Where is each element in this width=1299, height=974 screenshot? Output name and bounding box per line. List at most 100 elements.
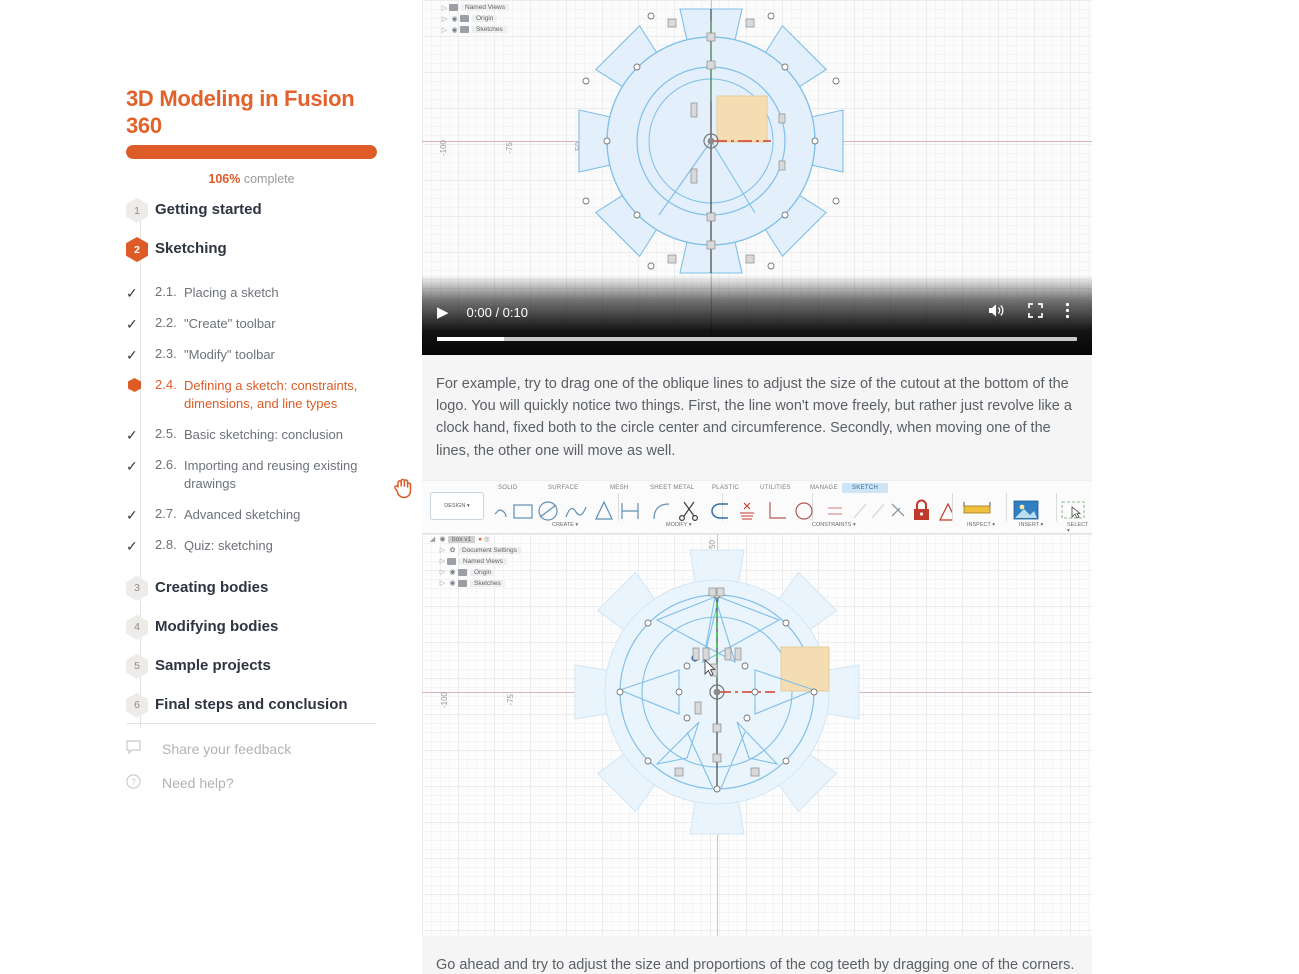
tree-row[interactable]: ▷ ◉ Sketches xyxy=(428,578,521,589)
sidebar-item-2-6[interactable]: ✓ 2.6. Importing and reusing existing dr… xyxy=(126,457,386,494)
sidebar-section-label: Sample projects xyxy=(155,656,271,674)
play-button[interactable]: ▶ xyxy=(437,303,449,321)
subitem-number: 2.8. xyxy=(155,536,177,552)
sidebar-item-2-1[interactable]: ✓ 2.1. Placing a sketch xyxy=(126,284,386,303)
eye-icon[interactable]: ◉ xyxy=(447,568,458,576)
folder-icon xyxy=(449,4,458,11)
collapse-triangle-icon[interactable]: ◢ xyxy=(428,535,437,543)
progress-percent: 106% xyxy=(208,172,241,186)
progress-complete-word: complete xyxy=(243,172,295,186)
check-icon: ✓ xyxy=(126,426,138,443)
expand-triangle-icon[interactable]: ▷ xyxy=(438,557,447,565)
expand-triangle-icon[interactable]: ▷ xyxy=(440,4,449,12)
sidebar-item-modifying-bodies[interactable]: 4 Modifying bodies xyxy=(126,613,386,652)
drag-hand-icon xyxy=(393,477,413,499)
settings-dot-icon[interactable]: ◎ xyxy=(484,535,490,543)
tree-row[interactable]: ▷ ◉ Origin xyxy=(440,13,509,24)
tree-row-label: Named Views xyxy=(459,557,507,565)
tab-mesh[interactable]: MESH xyxy=(610,485,629,491)
section-badge-wrap: 3 xyxy=(126,574,155,604)
need-help-link[interactable]: ? Need help? xyxy=(126,774,376,792)
fullscreen-icon[interactable] xyxy=(1028,302,1043,322)
group-label-inspect[interactable]: INSPECT ▾ xyxy=(967,522,995,528)
check-icon: ✓ xyxy=(126,285,138,301)
tree-row[interactable]: ▷ ◉ Origin xyxy=(428,567,521,578)
tree-row[interactable]: ▷ ✿ Document Settings xyxy=(428,545,521,556)
tree-row[interactable]: ▷ Named Views xyxy=(428,556,521,567)
sidebar-item-2-3[interactable]: ✓ 2.3. "Modify" toolbar xyxy=(126,346,386,365)
sidebar-item-2-8[interactable]: ✓ 2.8. Quiz: sketching xyxy=(126,537,386,556)
group-label-create[interactable]: CREATE ▾ xyxy=(552,522,578,528)
tab-sketch[interactable]: SKETCH xyxy=(842,482,889,493)
sidebar-item-sketching[interactable]: 2 Sketching xyxy=(126,235,386,274)
sidebar-item-2-4-current[interactable]: 2.4. Defining a sketch: constraints, dim… xyxy=(126,377,386,414)
volume-icon[interactable] xyxy=(988,303,1006,322)
eye-icon[interactable]: ◉ xyxy=(447,579,458,587)
share-feedback-link[interactable]: Share your feedback xyxy=(126,740,376,757)
tree-row-label: Origin xyxy=(472,15,498,22)
video-progress-bar[interactable] xyxy=(437,337,1077,341)
expand-triangle-icon[interactable]: ▷ xyxy=(438,568,447,576)
tree-row-root[interactable]: ◢ ◉ box v1 ● ◎ xyxy=(428,534,521,545)
sidebar-item-sample-projects[interactable]: 5 Sample projects xyxy=(126,652,386,691)
check-icon-wrap: ✓ xyxy=(126,537,155,556)
eye-icon[interactable]: ◉ xyxy=(449,26,460,34)
check-icon: ✓ xyxy=(126,537,138,554)
fusion-toolbar[interactable]: SOLID SURFACE MESH SHEET METAL PLASTIC U… xyxy=(422,480,1092,534)
inspect-icon xyxy=(963,501,991,514)
expand-triangle-icon[interactable]: ▷ xyxy=(438,546,447,554)
eye-icon[interactable]: ◉ xyxy=(449,15,460,23)
tree-row[interactable]: ▷ Named Views xyxy=(440,2,509,13)
expand-triangle-icon[interactable]: ▷ xyxy=(440,15,449,23)
cog-sketch-bottom xyxy=(574,549,860,835)
lesson-video-player[interactable]: -100 -75 -50 -25 xyxy=(422,0,1092,355)
sidebar-section-label: Getting started xyxy=(155,201,262,218)
tab-solid[interactable]: SOLID xyxy=(498,485,518,491)
kebab-menu-icon[interactable] xyxy=(1065,302,1070,323)
fusion-browser-tree: ◢ ◉ box v1 ● ◎ ▷ ✿ Document Settings ▷ N… xyxy=(428,534,521,589)
tab-plastic[interactable]: PLASTIC xyxy=(712,485,739,491)
sidebar-section-label: Final steps and conclusion xyxy=(155,695,348,713)
check-icon: ✓ xyxy=(126,347,138,363)
progress-label: 106% complete xyxy=(126,172,377,186)
group-label-insert[interactable]: INSERT ▾ xyxy=(1019,522,1043,528)
hex-badge-4: 4 xyxy=(126,614,148,640)
design-dropdown-button[interactable]: DESIGN ▾ xyxy=(430,491,484,520)
sidebar-item-2-2[interactable]: ✓ 2.2. "Create" toolbar xyxy=(126,315,386,334)
sidebar-item-2-5[interactable]: ✓ 2.5. Basic sketching: conclusion xyxy=(126,426,386,445)
sidebar-item-2-7[interactable]: ✓ 2.7. Advanced sketching xyxy=(126,506,386,525)
folder-icon xyxy=(447,557,456,565)
video-buffered-segment xyxy=(437,337,505,341)
group-label-select[interactable]: SELECT ▾ xyxy=(1067,522,1092,534)
expand-triangle-icon[interactable]: ▷ xyxy=(440,26,449,34)
question-circle-icon: ? xyxy=(126,774,162,792)
check-icon-wrap: ✓ xyxy=(126,426,155,445)
tab-utilities[interactable]: UTILITIES xyxy=(760,485,791,491)
right-toolbar-icons[interactable] xyxy=(962,496,1092,522)
eye-icon[interactable]: ◉ xyxy=(437,535,448,543)
expand-triangle-icon[interactable]: ▷ xyxy=(438,579,447,587)
group-label-constraints[interactable]: CONSTRAINTS ▾ xyxy=(812,522,856,528)
section-badge-wrap: 2 xyxy=(126,235,155,265)
fusion-canvas[interactable]: -100 -75 -50 50 xyxy=(422,533,1092,936)
progress-bar-fill xyxy=(126,145,377,159)
unsaved-badge-icon: ● xyxy=(478,535,483,543)
folder-icon xyxy=(458,579,467,587)
sidebar-item-creating-bodies[interactable]: 3 Creating bodies xyxy=(126,574,386,613)
course-page: 3D Modeling in Fusion 360 106% complete … xyxy=(0,0,1299,974)
fusion-screenshot-block[interactable]: SOLID SURFACE MESH SHEET METAL PLASTIC U… xyxy=(422,479,1092,936)
tab-surface[interactable]: SURFACE xyxy=(548,485,578,491)
video-controls[interactable]: ▶ 0:00 / 0:10 xyxy=(422,275,1092,355)
check-icon-wrap: ✓ xyxy=(126,346,155,365)
subitem-number: 2.3. xyxy=(155,346,177,361)
tree-row[interactable]: ▷ ◉ Sketches xyxy=(440,24,509,35)
subitem-number: 2.5. xyxy=(155,425,177,441)
tab-sheet-metal[interactable]: SHEET METAL xyxy=(650,485,694,491)
group-label-modify[interactable]: MODIFY ▾ xyxy=(666,522,692,528)
tab-manage[interactable]: MANAGE xyxy=(810,485,838,491)
tree-row-label: Sketches xyxy=(470,579,505,587)
lock-icon xyxy=(914,499,929,520)
toolbar-icon-row[interactable] xyxy=(492,496,952,522)
sidebar-item-getting-started[interactable]: 1 Getting started xyxy=(126,196,386,235)
page-title: 3D Modeling in Fusion 360 xyxy=(126,86,355,138)
